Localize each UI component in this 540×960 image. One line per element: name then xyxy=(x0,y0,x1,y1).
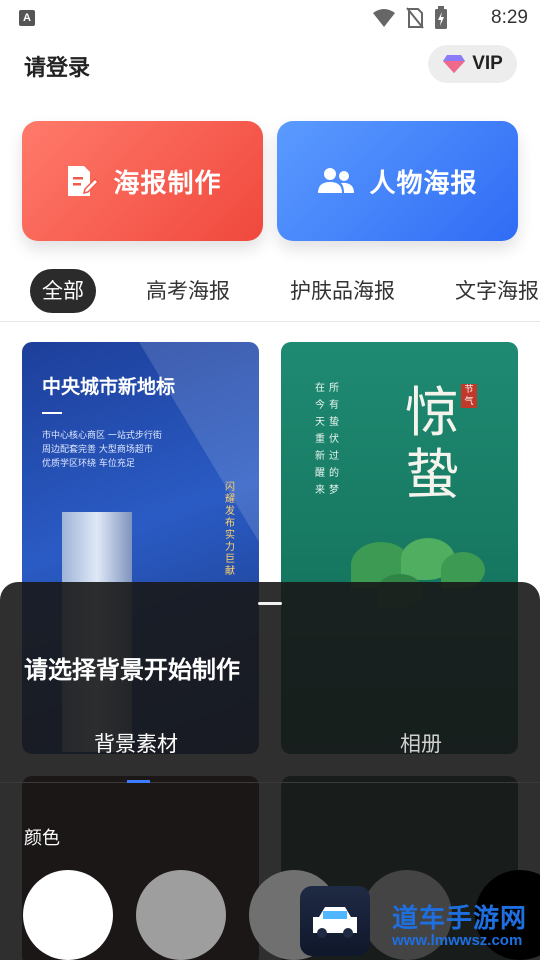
document-edit-icon xyxy=(68,166,100,196)
vip-label: VIP xyxy=(472,53,503,74)
watermark-name: 道车手游网 xyxy=(392,904,528,934)
card-line: 周边配套完善 大型商场超市 xyxy=(42,445,153,455)
diamond-icon xyxy=(443,55,466,73)
no-sim-icon xyxy=(406,7,424,29)
card-poem: 在今天重新醒来 xyxy=(315,383,325,496)
sheet-handle[interactable] xyxy=(258,602,282,605)
site-watermark: 道车手游网 www.lmwwsz.com xyxy=(300,886,540,960)
card-poem: 所有蛰伏过的梦 xyxy=(329,383,339,496)
category-skincare[interactable]: 护肤品海报 xyxy=(290,269,395,313)
wifi-icon xyxy=(373,9,395,27)
card-title: 中央城市新地标 xyxy=(42,376,176,398)
color-swatch-gray[interactable] xyxy=(136,870,226,960)
vip-button[interactable]: VIP xyxy=(428,45,517,83)
watermark-logo xyxy=(300,886,370,956)
card-vertical-text: 闪耀发布 实力巨献 xyxy=(225,482,235,577)
person-poster-label: 人物海报 xyxy=(369,168,478,199)
color-swatch-white[interactable] xyxy=(23,870,113,960)
card-line: 优质学区环绕 车位充足 xyxy=(42,459,135,469)
color-label: 颜色 xyxy=(24,828,60,849)
card-line: 市中心核心商区 一站式步行街 xyxy=(42,431,162,441)
header: 请登录 VIP xyxy=(0,36,540,96)
poster-create-label: 海报制作 xyxy=(113,168,222,199)
watermark-url: www.lmwwsz.com xyxy=(392,932,523,949)
tab-indicator xyxy=(127,780,150,783)
card-big-text: 惊蛰 xyxy=(405,381,459,506)
clock: 8:29 xyxy=(491,7,528,28)
poster-create-button[interactable]: 海报制作 xyxy=(22,121,263,241)
car-icon xyxy=(313,907,357,938)
battery-charging-icon xyxy=(435,6,447,29)
category-gaokao[interactable]: 高考海报 xyxy=(146,269,230,313)
tab-background-materials[interactable]: 背景素材 xyxy=(94,728,178,758)
category-tabs: 全部 高考海报 护肤品海报 文字海报 xyxy=(0,266,540,322)
category-text[interactable]: 文字海报 xyxy=(455,269,539,313)
status-bar: A 8:29 xyxy=(0,0,540,36)
person-poster-button[interactable]: 人物海报 xyxy=(277,121,518,241)
login-link[interactable]: 请登录 xyxy=(24,50,90,82)
people-icon xyxy=(318,168,355,193)
notification-icon: A xyxy=(19,10,35,26)
category-all[interactable]: 全部 xyxy=(30,269,96,313)
sheet-title: 请选择背景开始制作 xyxy=(24,656,240,684)
card-stamp: 节气 xyxy=(461,384,477,408)
tab-album[interactable]: 相册 xyxy=(400,728,442,758)
